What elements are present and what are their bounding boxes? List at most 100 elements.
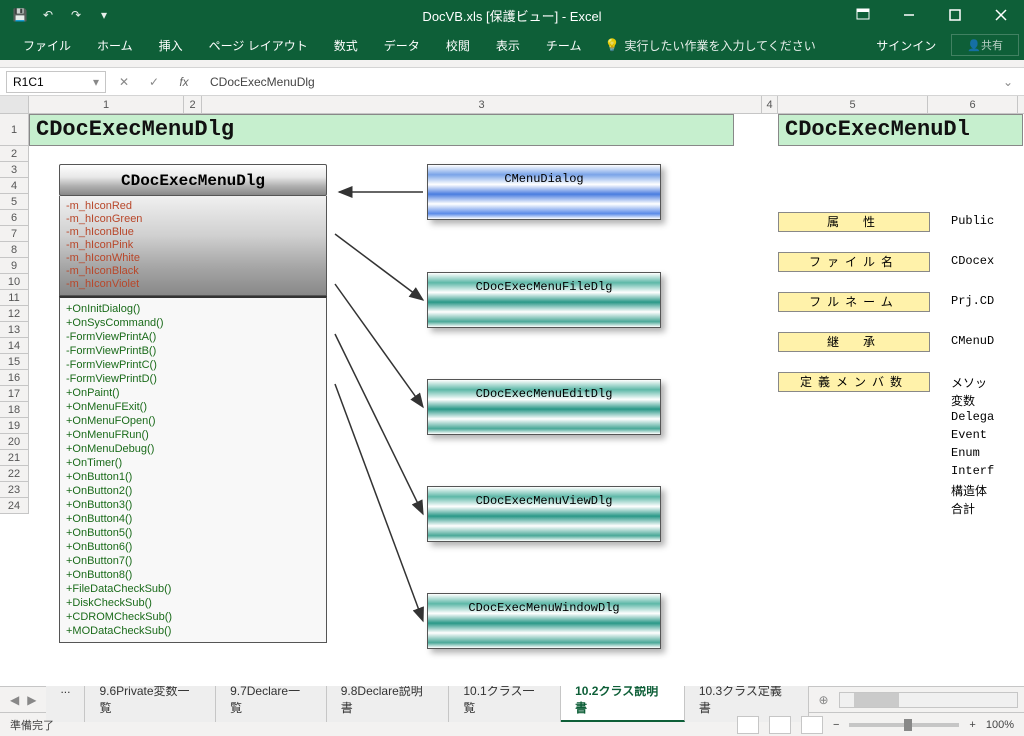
tab-next-icon[interactable]: ▶: [27, 693, 36, 707]
row-header[interactable]: 5: [0, 194, 29, 210]
titlebar: 💾 ↶ ↷ ▾ DocVB.xls [保護ビュー] - Excel: [0, 0, 1024, 30]
info-value: Interf: [951, 464, 994, 478]
name-box[interactable]: R1C1 ▾: [6, 71, 106, 93]
row-header[interactable]: 18: [0, 402, 29, 418]
name-box-value: R1C1: [13, 75, 44, 89]
tab-file[interactable]: ファイル: [10, 30, 84, 60]
zoom-out-button[interactable]: −: [833, 719, 839, 731]
row-header[interactable]: 4: [0, 178, 29, 194]
tab-nav[interactable]: ◀▶: [0, 693, 46, 707]
ribbon-collapsed: [0, 60, 1024, 68]
tab-data[interactable]: データ: [371, 30, 433, 60]
col-header[interactable]: 3: [202, 96, 762, 113]
row-header[interactable]: 19: [0, 418, 29, 434]
tell-me-search[interactable]: 💡 実行したい作業を入力してください: [604, 37, 815, 54]
tab-insert[interactable]: 挿入: [146, 30, 196, 60]
fx-icon[interactable]: fx: [172, 71, 196, 93]
row-header[interactable]: 1: [0, 114, 29, 146]
row-header[interactable]: 15: [0, 354, 29, 370]
select-all-corner[interactable]: [0, 96, 29, 113]
expand-formula-icon[interactable]: ⌄: [998, 75, 1018, 89]
row-header[interactable]: 9: [0, 258, 29, 274]
row-header[interactable]: 12: [0, 306, 29, 322]
ribbon-tabs: ファイル ホーム 挿入 ページ レイアウト 数式 データ 校閲 表示 チーム 💡…: [0, 30, 1024, 60]
tab-home[interactable]: ホーム: [84, 30, 146, 60]
row-header[interactable]: 6: [0, 210, 29, 226]
row-header[interactable]: 22: [0, 466, 29, 482]
info-value: 構造体: [951, 482, 987, 499]
row-header[interactable]: 14: [0, 338, 29, 354]
status-ready: 準備完了: [10, 717, 54, 733]
minimize-button[interactable]: [886, 0, 932, 30]
person-icon: 👤: [967, 39, 981, 52]
formula-input[interactable]: CDocExecMenuDlg: [202, 73, 992, 91]
tab-team[interactable]: チーム: [533, 30, 595, 60]
tab-prev-icon[interactable]: ◀: [10, 693, 19, 707]
enter-formula-icon[interactable]: ✓: [142, 71, 166, 93]
row-header[interactable]: 8: [0, 242, 29, 258]
horizontal-scrollbar[interactable]: [839, 692, 1018, 708]
share-button[interactable]: 👤共有: [951, 34, 1019, 56]
row-headers: 123456789101112131415161718192021222324: [0, 114, 29, 514]
info-label: 属 性: [778, 212, 930, 232]
maximize-button[interactable]: [932, 0, 978, 30]
info-value: Public: [951, 214, 994, 228]
info-value: Prj.CD: [951, 294, 994, 308]
save-button[interactable]: 💾: [8, 3, 32, 27]
info-label: 定義メンバ数: [778, 372, 930, 392]
info-value: メソッ: [951, 374, 987, 391]
info-label: 継 承: [778, 332, 930, 352]
row-header[interactable]: 24: [0, 498, 29, 514]
add-sheet-button[interactable]: ⊕: [809, 693, 839, 707]
row-header[interactable]: 11: [0, 290, 29, 306]
col-header[interactable]: 4: [762, 96, 778, 113]
tab-formulas[interactable]: 数式: [321, 30, 371, 60]
col-header[interactable]: 2: [184, 96, 202, 113]
tab-review[interactable]: 校閲: [433, 30, 483, 60]
lightbulb-icon: 💡: [604, 38, 619, 52]
undo-button[interactable]: ↶: [36, 3, 60, 27]
col-header[interactable]: 5: [778, 96, 928, 113]
tell-me-label: 実行したい作業を入力してください: [624, 37, 815, 54]
ribbon-options-icon[interactable]: [840, 0, 886, 30]
formula-bar: R1C1 ▾ ✕ ✓ fx CDocExecMenuDlg ⌄: [0, 68, 1024, 96]
row-header[interactable]: 21: [0, 450, 29, 466]
info-value: Delega: [951, 410, 994, 424]
zoom-thumb[interactable]: [904, 719, 912, 731]
zoom-slider[interactable]: [849, 723, 959, 727]
row-header[interactable]: 7: [0, 226, 29, 242]
tab-pagelayout[interactable]: ページ レイアウト: [196, 30, 321, 60]
view-pagebreak-button[interactable]: [801, 716, 823, 734]
row-header[interactable]: 16: [0, 370, 29, 386]
col-header[interactable]: 1: [29, 96, 184, 113]
sheet-area: 1 2 3 4 5 6 1234567891011121314151617181…: [0, 96, 1024, 686]
scroll-thumb[interactable]: [854, 693, 899, 707]
row-header[interactable]: 3: [0, 162, 29, 178]
close-button[interactable]: [978, 0, 1024, 30]
view-normal-button[interactable]: [737, 716, 759, 734]
zoom-value[interactable]: 100%: [986, 719, 1014, 731]
col-header[interactable]: 6: [928, 96, 1018, 113]
cancel-formula-icon[interactable]: ✕: [112, 71, 136, 93]
info-label: フルネーム: [778, 292, 930, 312]
chevron-down-icon: ▾: [93, 75, 99, 89]
row-header[interactable]: 17: [0, 386, 29, 402]
qa-expand-icon[interactable]: ▾: [92, 3, 116, 27]
row-header[interactable]: 2: [0, 146, 29, 162]
row-header[interactable]: 23: [0, 482, 29, 498]
signin-button[interactable]: サインイン: [861, 37, 951, 54]
redo-button[interactable]: ↷: [64, 3, 88, 27]
row-header[interactable]: 13: [0, 322, 29, 338]
sheet-tabs: ◀▶ ...9.6Private変数一覧9.7Declare一覧9.8Decla…: [0, 686, 1024, 712]
view-pagelayout-button[interactable]: [769, 716, 791, 734]
info-value: CDocex: [951, 254, 994, 268]
grid-content[interactable]: CDocExecMenuDlg CDocExecMenuDl CDocExecM…: [29, 114, 1024, 686]
row-header[interactable]: 10: [0, 274, 29, 290]
tab-view[interactable]: 表示: [483, 30, 533, 60]
info-value: 変数: [951, 392, 975, 409]
row-header[interactable]: 20: [0, 434, 29, 450]
title-cell-b[interactable]: CDocExecMenuDl: [778, 114, 1023, 146]
info-value: CMenuD: [951, 334, 994, 348]
column-headers: 1 2 3 4 5 6: [0, 96, 1024, 114]
zoom-in-button[interactable]: +: [969, 719, 975, 731]
